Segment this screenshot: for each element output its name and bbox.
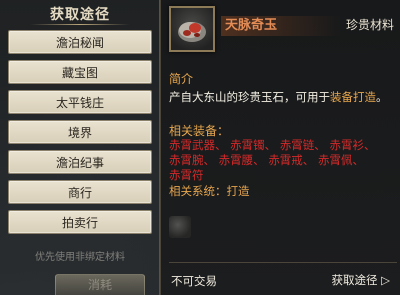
acquisition-title: 获取途径 [50,7,110,23]
faded-item-icon [169,216,191,238]
equipment-item: 赤霄腕、 [169,153,215,167]
item-name: 天脉奇玉 [221,16,341,36]
related-equipment-heading: 相关装备： [169,124,230,138]
source-button-taiping-bank[interactable]: 太平钱庄 [8,90,152,114]
title-divider [30,24,130,25]
item-icon-frame [169,6,215,52]
source-button-realm[interactable]: 境界 [8,120,152,144]
related-system: 相关系统：打造 [169,184,397,199]
description-suffix: 。 [376,90,388,104]
source-button-trading-house[interactable]: 商行 [8,180,152,204]
material-hint: 优先使用非绑定材料 [35,252,125,263]
equipment-item: 赤霄衫、 [329,138,376,152]
footer-divider [169,262,397,263]
source-button-treasure-map[interactable]: 藏宝图 [8,60,152,84]
equipment-item: 赤霄佩、 [317,153,364,167]
source-button-auction-house[interactable]: 拍卖行 [8,210,152,234]
item-tooltip: 天脉奇玉 珍贵材料 简介 产自大东山的珍贵玉石，可用于装备打造。 相关装备： 赤… [160,0,400,295]
equipment-item: 赤霄符 [169,168,204,182]
equipment-item: 赤霄腰、 [218,153,265,167]
untradeable-label: 不可交易 [171,274,217,288]
item-rarity: 珍贵材料 [345,18,394,32]
equipment-item: 赤霄戒、 [268,153,315,167]
related-equipment-list: 赤霄武器、 赤霄镯、 赤霄链、 赤霄衫、 赤霄腕、 赤霄腰、 赤霄戒、 赤霄佩、… [169,138,395,183]
equipment-crafting-link[interactable]: 装备打造 [330,90,376,104]
intro-heading: 简介 [169,72,194,86]
description-prefix: 产自大东山的珍贵玉石，可用于 [169,90,330,104]
related-system-value: 打造 [226,184,250,198]
acquisition-link[interactable]: 获取途径 ▷ [332,272,391,288]
source-button-danbo-secrets[interactable]: 澹泊秘闻 [8,30,152,54]
use-button[interactable]: 消耗 [55,274,145,295]
equipment-item: 赤霄镯、 [230,138,277,152]
item-description: 产自大东山的珍贵玉石，可用于装备打造。 [169,90,397,105]
equipment-item: 赤霄链、 [279,138,326,152]
source-button-danbo-chronicle[interactable]: 澹泊纪事 [8,150,152,174]
related-system-label: 相关系统： [169,184,227,198]
acquisition-panel: 获取途径 澹泊秘闻 藏宝图 太平钱庄 境界 澹泊纪事 商行 拍卖行 优先使用非绑… [0,0,160,295]
equipment-item: 赤霄武器、 [169,138,227,152]
jade-stone-icon [178,22,206,42]
